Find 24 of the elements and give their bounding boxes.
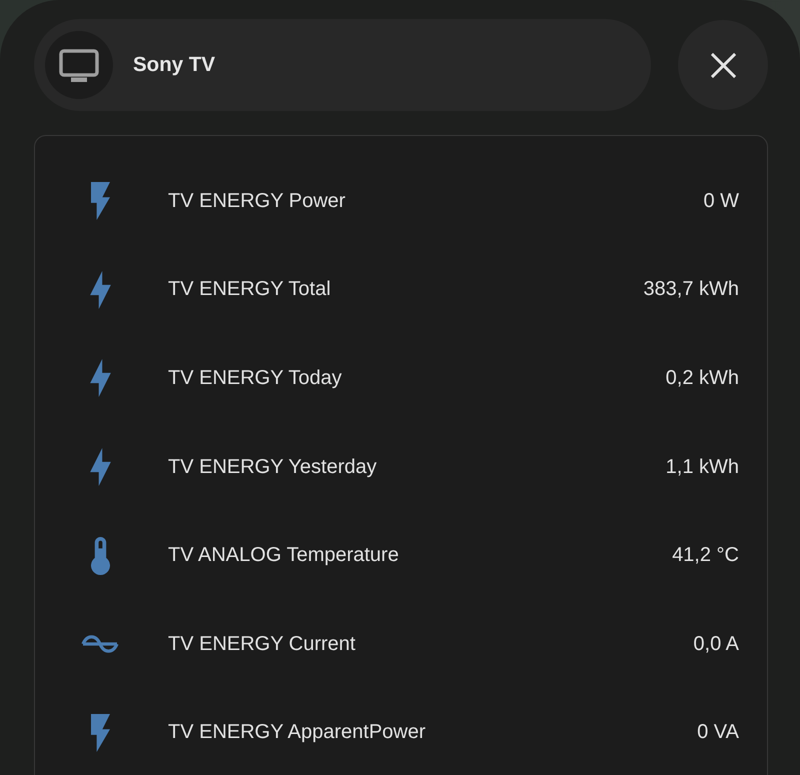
- entity-name: TV ENERGY ApparentPower: [168, 721, 426, 744]
- entity-value: 0,0 A: [693, 632, 739, 656]
- entity-value: 383,7 kWh: [643, 278, 739, 302]
- sine-wave-icon: [81, 634, 119, 654]
- entity-name: TV ENERGY Total: [168, 278, 331, 302]
- entity-name: TV ANALOG Temperature: [168, 544, 399, 568]
- lightning-bolt-icon: [90, 359, 110, 398]
- tv-icon: [45, 31, 113, 99]
- entity-value: 0,2 kWh: [666, 366, 739, 390]
- lightning-bolt-icon: [90, 714, 110, 752]
- device-title: Sony TV: [133, 53, 216, 77]
- lightning-bolt-icon: [90, 270, 110, 309]
- entity-name: TV ENERGY Current: [168, 632, 356, 656]
- entity-name: TV ENERGY Power: [168, 190, 346, 213]
- lightning-bolt-icon: [90, 182, 110, 220]
- close-icon: [710, 52, 736, 78]
- entity-name: TV ENERGY Yesterday: [168, 456, 377, 479]
- thermometer-icon: [90, 536, 110, 575]
- entity-value: 0 W: [703, 190, 739, 213]
- entity-value: 41,2 °C: [672, 544, 739, 568]
- entity-value: 1,1 kWh: [666, 456, 739, 479]
- entity-value: 0 VA: [697, 721, 739, 744]
- lightning-bolt-icon: [90, 448, 110, 486]
- entity-name: TV ENERGY Today: [168, 366, 342, 390]
